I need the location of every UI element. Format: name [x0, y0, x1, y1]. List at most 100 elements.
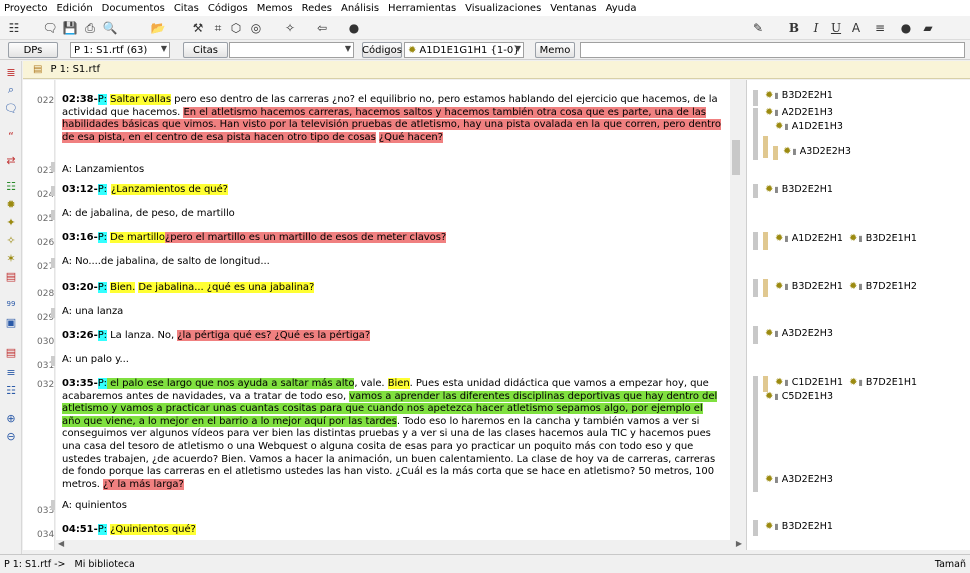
quotation-bracket[interactable] — [753, 326, 758, 344]
menu-documentos[interactable]: Documentos — [102, 3, 165, 14]
code-tag[interactable]: ✹ ▮ A1D2E1H3 — [775, 121, 843, 132]
autocode-icon[interactable]: ✶ — [4, 251, 18, 265]
citas-select[interactable]: ▼ — [229, 42, 354, 58]
network-tool-icon[interactable]: ☷ — [4, 383, 18, 397]
quotation-highlight[interactable]: De martillo — [110, 232, 165, 243]
horizontal-scrollbar[interactable]: ◀ ▶ — [56, 539, 744, 550]
quotation-bracket[interactable] — [753, 90, 758, 106]
code-tag[interactable]: ✹ ▮ B3D2E2H1 ✹ ▮ B7D2E1H2 — [775, 281, 917, 292]
code-tag[interactable]: ✹ ▮ B3D2E2H1 — [765, 90, 833, 101]
code-tag[interactable]: ✹ ▮ A3D2E2H3 — [765, 474, 833, 485]
margin-tool-icon[interactable]: ▤ — [4, 345, 18, 359]
paragraph-029[interactable]: A: una lanza — [62, 306, 724, 319]
network-icon[interactable]: ⬡ — [228, 20, 244, 36]
menu-proyecto[interactable]: Proyecto — [4, 3, 47, 14]
vertical-scrollbar[interactable] — [730, 80, 744, 540]
open-folder-icon[interactable]: 📂 — [150, 20, 166, 36]
zoom-in-icon[interactable]: ⊕ — [4, 411, 18, 425]
query-icon[interactable]: ⌗ — [210, 20, 226, 36]
memo-select[interactable] — [580, 42, 965, 58]
document-tab[interactable]: ▤ P 1: S1.rtf — [23, 61, 970, 79]
align-icon[interactable]: ≡ — [872, 20, 888, 36]
code-by-list-icon[interactable]: ✦ — [4, 215, 18, 229]
quotation-highlight[interactable]: ¿Y la más larga? — [103, 478, 184, 490]
font-size-icon[interactable]: A — [848, 20, 864, 36]
eraser-icon[interactable]: ▰ — [920, 20, 936, 36]
size-99-icon[interactable]: 99 — [4, 297, 18, 311]
menu-ayuda[interactable]: Ayuda — [606, 3, 637, 14]
paragraph-033[interactable]: A: quinientos — [62, 500, 724, 513]
scroll-left-icon[interactable]: ◀ — [58, 539, 64, 548]
code-list-icon[interactable]: ☷ — [4, 179, 18, 193]
quotation-bracket[interactable] — [753, 520, 758, 536]
menu-ventanas[interactable]: Ventanas — [550, 3, 596, 14]
quotation-highlight[interactable]: Saltar vallas — [110, 94, 171, 105]
code-tag[interactable]: ✹ ▮ C1D2E1H1 ✹ ▮ B7D2E1H1 — [775, 377, 917, 388]
quick-code-icon[interactable]: ✧ — [4, 233, 18, 247]
paragraph-034[interactable]: 04:51-P: ¿Quinientos qué? — [62, 524, 724, 537]
paragraph-025[interactable]: A: de jabalina, de peso, de martillo — [62, 208, 724, 221]
bold-icon[interactable]: B — [786, 20, 802, 36]
comment-bubble-icon[interactable]: 🗨 — [4, 101, 18, 115]
print-icon[interactable]: ⎙ — [82, 20, 98, 36]
menu-edicion[interactable]: Edición — [56, 3, 92, 14]
menu-citas[interactable]: Citas — [174, 3, 199, 14]
paragraph-031[interactable]: A: un palo y... — [62, 354, 724, 367]
paragraph-026[interactable]: 03:16-P: De martillo¿pero el martillo es… — [62, 232, 724, 245]
quotation-bracket[interactable] — [753, 472, 758, 490]
document-editor[interactable]: 02:38-P: Saltar vallas pero eso dentro d… — [56, 80, 730, 540]
quotation-highlight[interactable]: ¿Quinientos qué? — [110, 524, 196, 535]
binoculars-icon[interactable]: 🔍 — [102, 20, 118, 36]
zoom-icon[interactable]: ⌕ — [4, 83, 18, 97]
quotation-highlight[interactable]: ¿pero el martillo es un martillo de esos… — [164, 232, 446, 243]
code-tag[interactable]: ✹ ▮ A2D2E1H3 — [765, 107, 833, 118]
circle-icon[interactable]: ● — [898, 20, 914, 36]
open-coding-icon[interactable]: ⇄ — [4, 153, 18, 167]
quotation-highlight[interactable]: De jabalina... ¿qué es una jabalina? — [138, 282, 314, 293]
quotation-bracket[interactable] — [753, 232, 758, 250]
bomb-icon[interactable]: ● — [346, 20, 362, 36]
quotation-bracket[interactable] — [773, 146, 778, 160]
underline-icon[interactable]: U — [828, 20, 844, 36]
paragraph-027[interactable]: A: No....de jabalina, de salto de longit… — [62, 256, 724, 269]
menu-herramientas[interactable]: Herramientas — [388, 3, 456, 14]
dps-button[interactable]: DPs — [8, 42, 58, 58]
menu-memos[interactable]: Memos — [257, 3, 293, 14]
menu-redes[interactable]: Redes — [302, 3, 332, 14]
hierarchy-icon[interactable]: ☷ — [6, 20, 22, 36]
display-mode-icon[interactable]: ▣ — [4, 315, 18, 329]
zoom-out-icon[interactable]: ⊖ — [4, 429, 18, 443]
quotation-highlight[interactable]: el palo ese largo que nos ayuda a saltar… — [107, 378, 354, 389]
menu-codigos[interactable]: Códigos — [208, 3, 248, 14]
code-tag[interactable]: ✹ ▮ A3D2E2H3 — [765, 328, 833, 339]
scrollbar-thumb[interactable] — [732, 140, 740, 175]
italic-icon[interactable]: I — [808, 20, 824, 36]
code-tag[interactable]: ✹ ▮ C5D2E1H3 — [765, 391, 833, 402]
scroll-right-icon[interactable]: ▶ — [736, 539, 742, 548]
code-tag[interactable]: ✹ ▮ A3D2E2H3 — [783, 146, 851, 157]
codigos-button[interactable]: Códigos — [362, 42, 402, 58]
menu-visualizaciones[interactable]: Visualizaciones — [465, 3, 541, 14]
xml-icon[interactable]: ◎ — [248, 20, 264, 36]
code-select[interactable]: ✹ A1D1E1G1H1 {1-0} ▼ — [404, 42, 524, 58]
quotation-highlight[interactable]: Bien — [387, 378, 410, 389]
quotation-bracket[interactable] — [753, 376, 758, 392]
paragraph-030[interactable]: 03:26-P: La lanza. No, ¿la pértiga qué e… — [62, 330, 724, 343]
pen-icon[interactable]: ✎ — [750, 20, 766, 36]
memo-button[interactable]: Memo — [535, 42, 575, 58]
menu-analisis[interactable]: Análisis — [341, 3, 379, 14]
quotation-highlight[interactable]: ¿la pértiga qué es? ¿Qué es la pértiga? — [177, 330, 370, 341]
document-select[interactable]: P 1: S1.rtf (63) ▼ — [70, 42, 170, 58]
code-tag[interactable]: ✹ ▮ B3D2E2H1 — [765, 184, 833, 195]
citas-button[interactable]: Citas — [183, 42, 228, 58]
quotation-bracket[interactable] — [753, 108, 758, 160]
quote-mark-icon[interactable]: “ — [4, 129, 18, 143]
memo-tool-icon[interactable]: ▤ — [4, 269, 18, 283]
comment-icon[interactable]: 🗨 — [42, 20, 58, 36]
code-tag[interactable]: ✹ ▮ A1D2E2H1 ✹ ▮ B3D2E1H1 — [775, 233, 917, 244]
quotation-bracket[interactable] — [753, 279, 758, 297]
quotation-bracket[interactable] — [763, 136, 768, 158]
back-arrow-icon[interactable]: ⇦ — [314, 20, 330, 36]
list-tool-icon[interactable]: ≡ — [4, 365, 18, 379]
paragraph-028[interactable]: 03:20-P: Bien. De jabalina... ¿qué es un… — [62, 282, 724, 295]
